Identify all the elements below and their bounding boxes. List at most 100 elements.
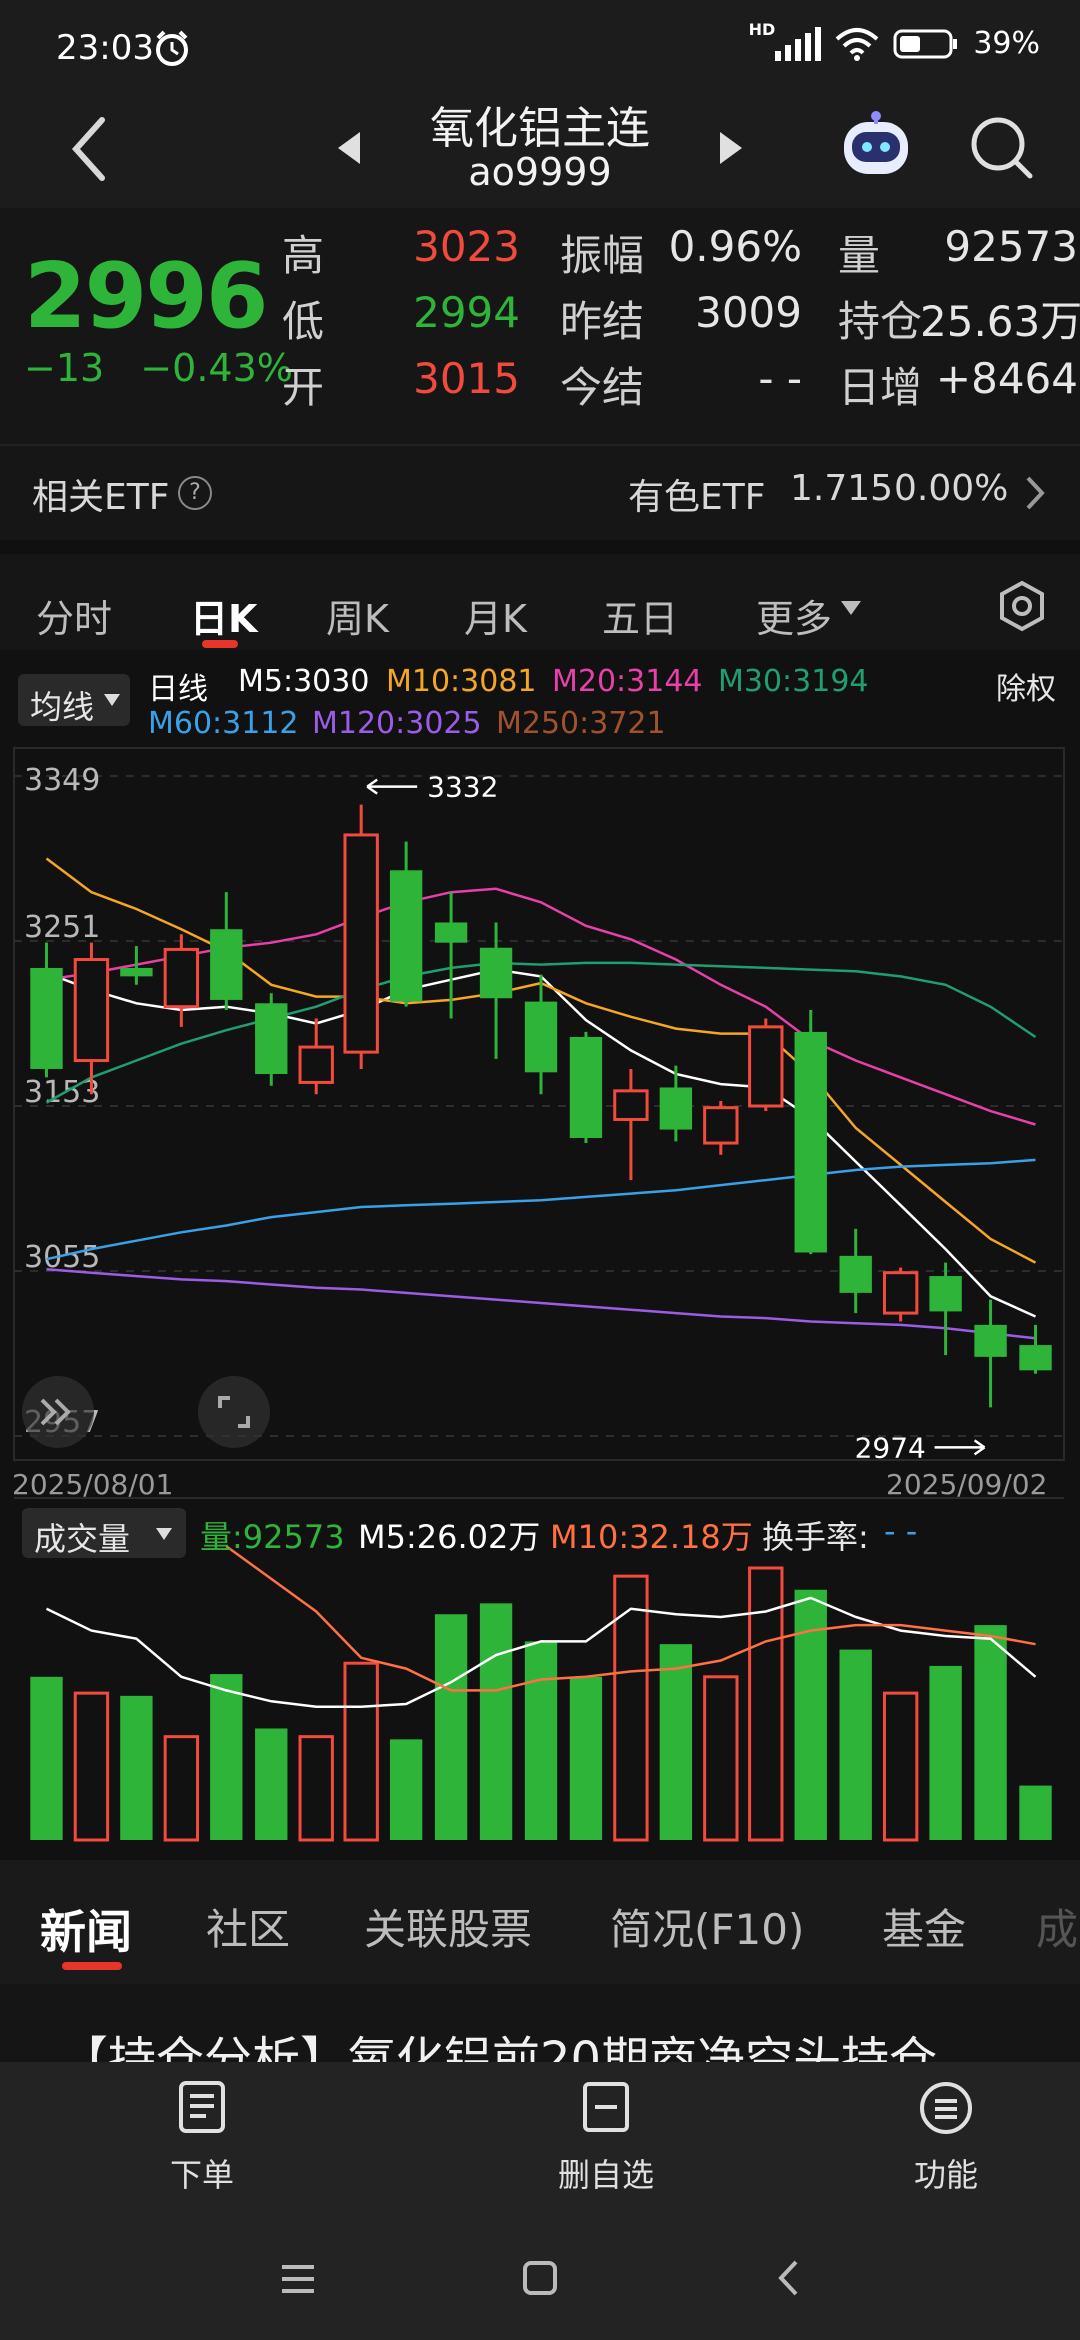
remove-watchlist-button[interactable]: 删自选 [506,2080,706,2196]
volume-bar [659,1644,693,1840]
candle-body [524,1001,558,1073]
volume-bar [839,1649,872,1840]
quote-panel: 2996 −13 −0.43% 高 3023 振幅 0.96% 量 92573 低 2994 昨… [0,208,1080,444]
candle-body [163,947,200,1009]
date-end: 2025/09/02 [886,1468,1048,1501]
volume-bar [343,1661,379,1842]
volume-bar [479,1603,513,1840]
volume-bar [163,1735,200,1842]
etf-change: 0.00% [894,468,1009,509]
signal-icon [775,26,822,61]
kline-chart-area[interactable]: 均线 日线 M5:3030 M10:3081 M20:3144 M30:3194… [0,650,1080,1860]
tab-community[interactable]: 社区 [206,1896,290,1957]
quote-value: 3009 [695,288,802,337]
candle-body [479,947,513,999]
menu-circle-icon [920,2082,972,2134]
tab-daily-k[interactable]: 日K [190,588,257,643]
etf-name: 有色ETF [628,477,766,518]
volume-bar [30,1676,63,1840]
volume-bar [1019,1785,1052,1840]
tab-weekly-k[interactable]: 周K [326,588,389,643]
volume-selector[interactable]: 成交量 [22,1508,186,1558]
order-label: 下单 [169,2156,234,2194]
battery-icon [893,29,958,58]
tab-related-stocks[interactable]: 关联股票 [364,1896,532,1957]
low-price-label: 2974 [855,1431,926,1464]
news-headline[interactable]: 【持仓分析】氧化铝前20期商净空头持仓 [0,1984,1080,2064]
robot-assistant-icon[interactable] [838,108,914,184]
candle-body [748,1025,784,1108]
tab-news[interactable]: 新闻 [40,1896,132,1962]
quote-value: 3015 [413,354,520,403]
candle-body [255,1003,288,1075]
remove-watchlist-icon [583,2082,629,2132]
candle-body [659,1087,693,1130]
fullscreen-button[interactable] [198,1376,270,1448]
candle-body [974,1324,1007,1357]
volume-bar [255,1728,288,1840]
recent-apps-icon[interactable] [280,2264,316,2294]
quote-label: 日增 [838,363,923,412]
tab-five-day[interactable]: 五日 [602,588,678,643]
page-title: 氧化铝主连 [430,103,650,154]
y-tick-label: 3349 [24,763,100,798]
volume-bar [298,1735,334,1842]
candle-body [839,1255,872,1293]
quote-value: +8464 [935,354,1078,403]
hd-badge: HD [748,20,776,39]
tab-intraday[interactable]: 分时 [36,588,112,643]
candle-body [569,1036,603,1138]
help-icon[interactable]: ? [178,476,212,510]
function-label: 功能 [913,2156,978,2194]
quote-value: - - [758,354,802,403]
home-icon[interactable] [522,2260,558,2296]
tab-monthly-k[interactable]: 月K [464,588,527,643]
plot-frame [13,747,1065,1461]
quote-label: 振幅 [560,231,645,280]
order-button[interactable]: 下单 [102,2080,302,2196]
tab-overflow[interactable]: 成 [1036,1896,1078,1957]
candle-body [613,1089,649,1121]
related-etf-row[interactable]: 相关ETF ? 有色ETF 1.715 0.00% [0,444,1080,540]
candle-body [210,929,243,1000]
candle-body [929,1276,962,1312]
turnover-value: - - [884,1512,918,1550]
quote-label: 昨结 [560,297,645,346]
caret-down-icon [841,601,861,615]
fullscreen-icon [218,1396,250,1428]
volume-bar [73,1691,110,1842]
double-chevron-icon [40,1398,71,1426]
volume-bar [569,1676,603,1840]
tab-f10[interactable]: 简况(F10) [610,1896,804,1957]
chart-period-tabs: 分时 日K 周K 月K 五日 更多 [0,540,1080,650]
volume-selector-label: 成交量 [34,1520,131,1558]
volume-bar [929,1665,962,1840]
kline-plot: 3349325131533055295733322974 [13,747,1065,1842]
tab-more[interactable]: 更多 [756,588,832,643]
volume-m10: M10:32.18万 [550,1518,753,1556]
status-icons: HD 39% [749,20,1040,61]
change-percent: −0.43% [140,346,293,390]
search-icon[interactable] [968,114,1034,180]
quote-value: 25.63万 [920,297,1080,346]
settings-hex-icon[interactable] [996,580,1048,632]
candle-body [120,967,153,977]
volume-value: 量:92573 [200,1518,345,1556]
expand-arrows-button[interactable] [22,1376,94,1448]
next-contract-icon[interactable] [718,130,744,166]
candle-body [298,1045,334,1084]
function-button[interactable]: 功能 [846,2080,1046,2196]
change-value: −13 [24,346,105,390]
date-start: 2025/08/01 [12,1468,174,1501]
tab-fund[interactable]: 基金 [882,1896,966,1957]
status-time: 23:03 [56,28,154,68]
candle-body [343,833,379,1054]
last-price: 2996 [24,244,268,349]
contract-code: ao9999 [468,150,612,194]
bottom-toolbar: 下单 删自选 功能 [0,2062,1080,2210]
back-icon[interactable] [776,2258,800,2298]
quote-label: 低 [282,297,325,346]
candle-body [30,967,63,1069]
volume-bar [524,1641,558,1840]
quote-value: 3023 [413,222,520,271]
